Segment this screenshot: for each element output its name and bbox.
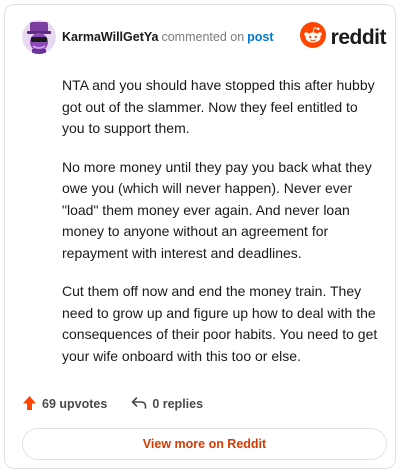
comment-footer: 69 upvotes 0 replies bbox=[22, 393, 227, 415]
username-link[interactable]: KarmaWillGetYa bbox=[62, 30, 158, 44]
comment-card: KarmaWillGetYacommented onpost reddit bbox=[4, 4, 396, 469]
upvote-arrow-icon bbox=[22, 395, 37, 414]
replies-button[interactable]: 0 replies bbox=[131, 396, 203, 413]
post-link[interactable]: post bbox=[247, 30, 273, 44]
upvote-count: 69 upvotes bbox=[42, 397, 108, 411]
comment-meta: KarmaWillGetYa commented on post bbox=[62, 30, 274, 44]
reddit-brand[interactable]: reddit bbox=[299, 22, 387, 53]
reddit-snoo-icon bbox=[299, 22, 326, 53]
reddit-wordmark: reddit bbox=[330, 25, 387, 49]
comment-action-text: commented on bbox=[161, 30, 245, 44]
reply-count: 0 replies bbox=[152, 397, 204, 411]
reply-arrow-icon bbox=[131, 396, 147, 413]
view-more-button[interactable]: View more on Reddit bbox=[22, 428, 387, 460]
comment-paragraph: Cut them off now and end the money train… bbox=[62, 283, 378, 364]
comment-paragraph: NTA and you should have stopped this aft… bbox=[62, 77, 375, 136]
comment-paragraph: No more money until they pay you back wh… bbox=[62, 158, 372, 261]
upvote-button[interactable]: 69 upvotes bbox=[22, 395, 107, 414]
comment-header: KarmaWillGetYa commented on post reddit bbox=[22, 20, 387, 56]
user-avatar[interactable] bbox=[22, 20, 56, 54]
comment-body: NTA and you should have stopped this aft… bbox=[62, 75, 384, 384]
